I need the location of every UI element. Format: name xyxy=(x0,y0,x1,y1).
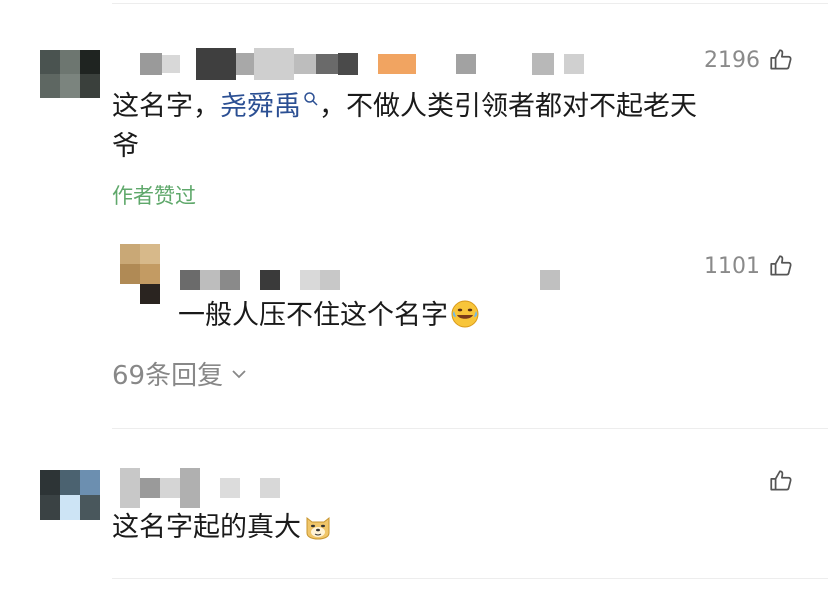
topic-link-label: 尧舜禹 xyxy=(220,91,301,122)
thumbs-up-icon xyxy=(770,49,792,70)
reply-username-blurred[interactable] xyxy=(180,270,560,290)
avatar[interactable] xyxy=(40,470,100,520)
comment-text-start: 这名字， xyxy=(112,91,220,122)
username-blurred[interactable] xyxy=(120,468,280,508)
username-blurred[interactable] xyxy=(140,48,584,80)
comment-divider xyxy=(112,428,828,429)
more-replies-label: 69条回复 xyxy=(112,361,224,391)
chevron-down-icon xyxy=(232,369,246,378)
reply-avatar[interactable] xyxy=(120,244,160,304)
bottom-divider xyxy=(112,578,828,579)
top-divider xyxy=(112,3,828,4)
reply-text-content: 一般人压不住这个名字 xyxy=(178,300,448,331)
topic-link[interactable]: 尧舜禹 xyxy=(220,91,319,122)
like-count: 2196 xyxy=(704,47,760,73)
like-button[interactable]: 2196 xyxy=(704,47,794,73)
more-replies-button[interactable]: 69条回复 xyxy=(112,355,249,392)
like-button[interactable] xyxy=(760,468,794,494)
comment-text-line2: 爷 xyxy=(112,131,139,162)
laugh-cry-emoji-icon xyxy=(451,300,479,328)
comment-text-content: 这名字起的真大 xyxy=(112,512,301,543)
reply-like-button[interactable]: 1101 xyxy=(704,253,794,279)
thumbs-up-icon xyxy=(770,470,792,491)
avatar[interactable] xyxy=(40,50,100,98)
comment-text-end: ，不做人类引领者都对不起老天 xyxy=(319,91,697,122)
thumbs-up-icon xyxy=(770,255,792,276)
reply-text: 一般人压不住这个名字 xyxy=(178,296,480,336)
comment-text: 这名字，尧舜禹 ，不做人类引领者都对不起老天 爷 xyxy=(112,87,802,167)
doge-emoji-icon xyxy=(306,516,330,540)
comment-text: 这名字起的真大 xyxy=(112,508,333,548)
author-liked-tag: 作者赞过 xyxy=(112,184,196,208)
reply-like-count: 1101 xyxy=(704,253,760,279)
search-icon xyxy=(304,92,318,106)
